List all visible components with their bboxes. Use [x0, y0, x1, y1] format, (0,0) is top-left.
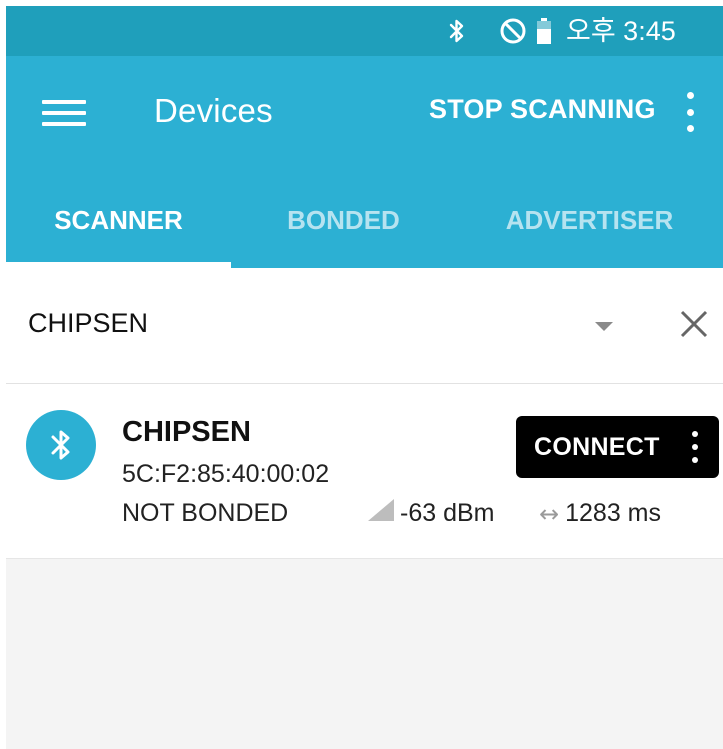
- tab-bar: SCANNER BONDED ADVERTISER: [6, 172, 723, 268]
- connect-button-label: CONNECT: [534, 433, 660, 461]
- rssi-readout: -63 dBm: [368, 499, 494, 528]
- menu-icon[interactable]: [42, 96, 86, 130]
- bond-state: NOT BONDED: [122, 499, 289, 527]
- battery-icon: [536, 6, 552, 56]
- interval-readout: ↔ 1283 ms: [539, 499, 661, 528]
- device-name: CHIPSEN: [122, 416, 251, 448]
- tab-scanner[interactable]: SCANNER: [6, 172, 231, 268]
- device-more-icon[interactable]: [688, 431, 702, 463]
- clear-icon[interactable]: [676, 306, 712, 342]
- stop-scanning-button[interactable]: STOP SCANNING: [429, 94, 656, 125]
- tab-advertiser[interactable]: ADVERTISER: [456, 172, 723, 268]
- do-not-disturb-icon: [496, 6, 530, 56]
- dropdown-icon[interactable]: [595, 322, 613, 331]
- interval-value: 1283 ms: [565, 499, 661, 527]
- app-screen: 오후 3:45 Devices STOP SCANNING SCANNER BO…: [6, 6, 723, 749]
- device-address: 5C:F2:85:40:00:02: [122, 460, 330, 488]
- app-bar: Devices STOP SCANNING: [6, 56, 723, 172]
- signal-strength-icon: [368, 499, 394, 528]
- status-bar: 오후 3:45: [6, 6, 723, 56]
- connect-button[interactable]: CONNECT: [516, 416, 719, 478]
- interval-arrows-icon: ↔: [539, 499, 560, 528]
- overflow-menu-icon[interactable]: [678, 92, 702, 132]
- filter-input[interactable]: CHIPSEN: [28, 308, 148, 339]
- filter-row: CHIPSEN: [6, 268, 723, 384]
- bluetooth-icon: [442, 6, 472, 56]
- page-title: Devices: [154, 92, 273, 129]
- status-time: 오후 3:45: [566, 16, 676, 46]
- rssi-value: -63 dBm: [400, 499, 495, 527]
- tab-bonded[interactable]: BONDED: [231, 172, 456, 268]
- list-item[interactable]: CHIPSEN 5C:F2:85:40:00:02 NOT BONDED -63…: [6, 384, 723, 559]
- bluetooth-icon: [26, 410, 96, 480]
